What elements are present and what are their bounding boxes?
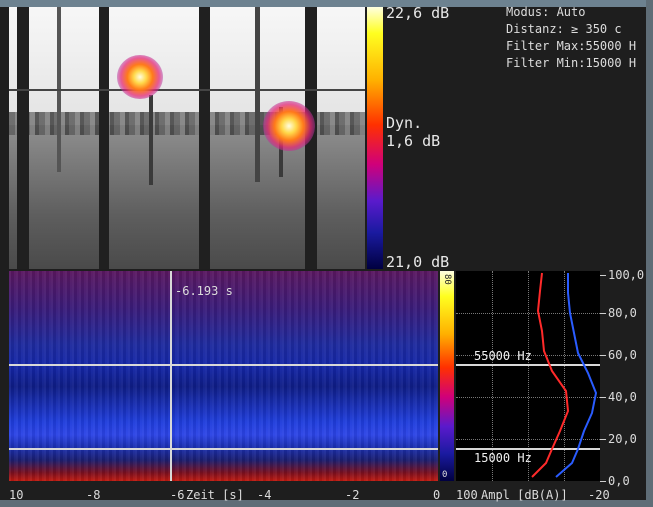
time-cursor[interactable] [170,271,172,481]
time-tick: 10 [9,488,24,502]
info-mode: Modus: Auto [506,5,586,19]
info-filter-min: Filter Min:15000 H [506,56,637,70]
fence-pole [199,7,210,269]
acoustic-hotspot [263,101,315,151]
measurement-info: Modus: Auto Distanz: ≥ 350 c Filter Max:… [506,4,636,72]
db-min-label: 21,0 dB [386,253,450,271]
db-color-scale [367,7,383,269]
time-tick: -2 [345,488,360,502]
freq-tick: 80,0 [608,306,637,320]
time-tick: -4 [257,488,272,502]
freq-tick: 100,0 [608,268,645,282]
frequency-axis: 100,0 80,0 60,0 40,0 20,0 0,0 [600,268,646,488]
filter-min-line[interactable] [9,448,438,450]
acoustic-hotspot [117,55,163,99]
freq-tick: 60,0 [608,348,637,362]
dynamic-label: Dyn. [386,114,423,132]
filter-max-line[interactable] [9,364,438,366]
amp-bar-top-label: 80 [442,274,452,285]
window-right-edge [646,0,653,507]
spectrogram[interactable]: -6.193 s [9,271,438,481]
freq-tick: 0,0 [608,474,630,488]
amp-axis-label: Ampl [dB(A)] [481,488,568,502]
amp-axis-right: -20 [588,488,610,502]
time-tick: 0 [433,488,441,502]
frequency-spectrum-plot[interactable]: 55000 Hz 15000 Hz [456,271,600,481]
time-axis-label: Zeit [s] [186,488,244,502]
freq-tick: 20,0 [608,432,637,446]
mast [255,7,260,182]
freq-tick: 40,0 [608,390,637,404]
fence-pole [99,7,109,269]
amplitude-color-scale [440,271,454,481]
amp-axis-left: 100 [456,488,478,502]
dynamic-value: 1,6 dB [386,132,441,150]
cursor-time-label: -6.193 s [175,284,233,298]
filter-min-tag: 15000 Hz [474,451,532,465]
amp-bar-bottom-label: 0 [442,470,448,480]
series-red-curve [531,272,570,478]
spectrum-curves [531,272,598,478]
insulator-post [149,95,153,185]
series-blue-curve [555,273,598,478]
time-tick: -6 [170,488,185,502]
db-max-label: 22,6 dB [386,4,450,22]
camera-view[interactable] [9,7,365,269]
info-distance: Distanz: ≥ 350 c [506,22,622,36]
power-line [9,89,365,91]
fence-pole [17,7,29,269]
filter-max-tag: 55000 Hz [474,349,532,363]
info-filter-max: Filter Max:55000 H [506,39,637,53]
time-tick: -8 [86,488,101,502]
